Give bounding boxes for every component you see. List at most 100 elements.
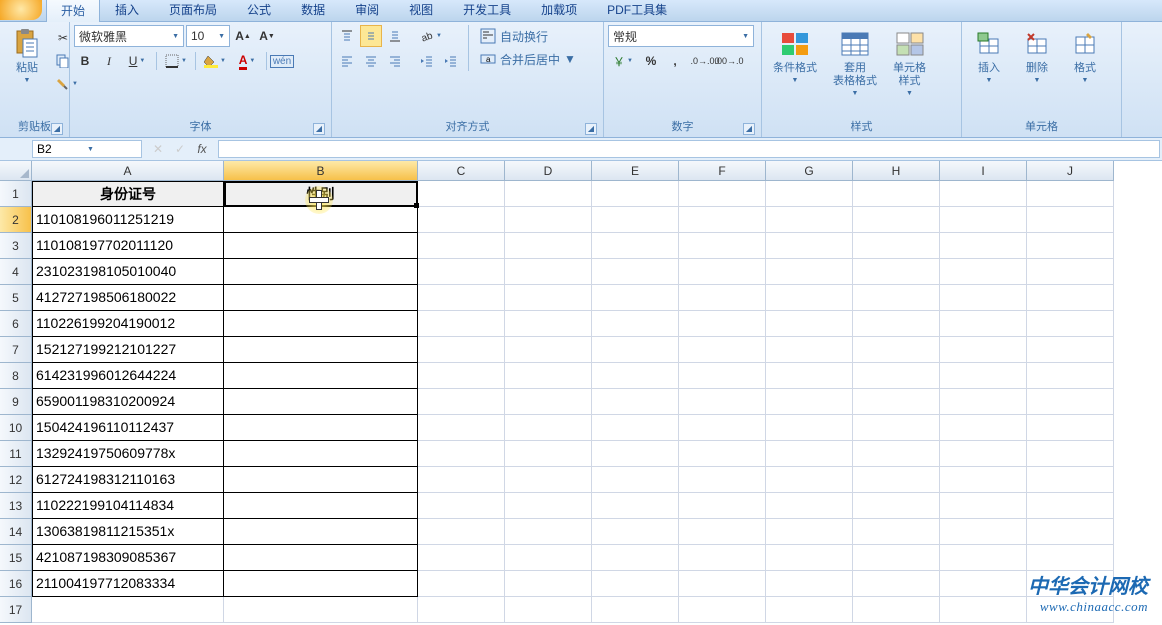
row-header-17[interactable]: 17: [0, 597, 32, 623]
row-header-13[interactable]: 13: [0, 493, 32, 519]
col-header-G[interactable]: G: [766, 161, 853, 181]
cell-D10[interactable]: [505, 415, 592, 441]
tab-view[interactable]: 视图: [394, 0, 448, 21]
cell-E13[interactable]: [592, 493, 679, 519]
cell-A12[interactable]: 612724198312110163: [32, 467, 224, 493]
bold-button[interactable]: B: [74, 50, 96, 72]
cell-I14[interactable]: [940, 519, 1027, 545]
cell-J7[interactable]: [1027, 337, 1114, 363]
cell-D17[interactable]: [505, 597, 592, 623]
shrink-font-button[interactable]: A▼: [256, 25, 278, 47]
cell-H2[interactable]: [853, 207, 940, 233]
cell-A9[interactable]: 659001198310200924: [32, 389, 224, 415]
alignment-launcher[interactable]: ◢: [585, 123, 597, 135]
row-header-3[interactable]: 3: [0, 233, 32, 259]
cell-I2[interactable]: [940, 207, 1027, 233]
phonetic-button[interactable]: wén: [271, 50, 293, 72]
cell-F1[interactable]: [679, 181, 766, 207]
cell-C10[interactable]: [418, 415, 505, 441]
row-header-1[interactable]: 1: [0, 181, 32, 207]
cell-F14[interactable]: [679, 519, 766, 545]
cell-B1[interactable]: 性别: [224, 181, 418, 207]
cell-B4[interactable]: [224, 259, 418, 285]
cell-G12[interactable]: [766, 467, 853, 493]
align-left-button[interactable]: [336, 50, 358, 72]
decrease-decimal-button[interactable]: .00→.0: [718, 50, 740, 72]
cell-G6[interactable]: [766, 311, 853, 337]
tab-insert[interactable]: 插入: [100, 0, 154, 21]
cell-C14[interactable]: [418, 519, 505, 545]
align-top-button[interactable]: [336, 25, 358, 47]
cell-D8[interactable]: [505, 363, 592, 389]
row-header-11[interactable]: 11: [0, 441, 32, 467]
cell-F8[interactable]: [679, 363, 766, 389]
cell-D13[interactable]: [505, 493, 592, 519]
cell-J8[interactable]: [1027, 363, 1114, 389]
cell-I17[interactable]: [940, 597, 1027, 623]
increase-decimal-button[interactable]: .0→.00: [694, 50, 716, 72]
col-header-H[interactable]: H: [853, 161, 940, 181]
italic-button[interactable]: I: [98, 50, 120, 72]
cell-H6[interactable]: [853, 311, 940, 337]
cell-F13[interactable]: [679, 493, 766, 519]
percent-button[interactable]: %: [640, 50, 662, 72]
cell-I5[interactable]: [940, 285, 1027, 311]
cell-B15[interactable]: [224, 545, 418, 571]
cell-D9[interactable]: [505, 389, 592, 415]
cell-D12[interactable]: [505, 467, 592, 493]
cell-E12[interactable]: [592, 467, 679, 493]
cell-H8[interactable]: [853, 363, 940, 389]
cell-F2[interactable]: [679, 207, 766, 233]
cell-G1[interactable]: [766, 181, 853, 207]
cell-J3[interactable]: [1027, 233, 1114, 259]
cell-B6[interactable]: [224, 311, 418, 337]
col-header-A[interactable]: A: [32, 161, 224, 181]
font-name-combo[interactable]: 微软雅黑▼: [74, 25, 184, 47]
cell-H1[interactable]: [853, 181, 940, 207]
cell-C8[interactable]: [418, 363, 505, 389]
cell-A11[interactable]: 13292419750609778x: [32, 441, 224, 467]
cell-H11[interactable]: [853, 441, 940, 467]
col-header-D[interactable]: D: [505, 161, 592, 181]
cell-B16[interactable]: [224, 571, 418, 597]
number-launcher[interactable]: ◢: [743, 123, 755, 135]
cell-F16[interactable]: [679, 571, 766, 597]
col-header-J[interactable]: J: [1027, 161, 1114, 181]
orientation-button[interactable]: ab▼: [416, 25, 446, 47]
cancel-formula-button[interactable]: ✕: [148, 140, 168, 158]
cell-B9[interactable]: [224, 389, 418, 415]
borders-button[interactable]: ▼: [161, 50, 191, 72]
row-header-15[interactable]: 15: [0, 545, 32, 571]
cell-H10[interactable]: [853, 415, 940, 441]
cell-F17[interactable]: [679, 597, 766, 623]
cell-G4[interactable]: [766, 259, 853, 285]
cell-E7[interactable]: [592, 337, 679, 363]
tab-formulas[interactable]: 公式: [232, 0, 286, 21]
row-header-5[interactable]: 5: [0, 285, 32, 311]
cell-J13[interactable]: [1027, 493, 1114, 519]
cell-F7[interactable]: [679, 337, 766, 363]
cell-G11[interactable]: [766, 441, 853, 467]
cell-C17[interactable]: [418, 597, 505, 623]
cell-C13[interactable]: [418, 493, 505, 519]
name-box[interactable]: B2▼: [32, 140, 142, 158]
cell-G14[interactable]: [766, 519, 853, 545]
cell-I3[interactable]: [940, 233, 1027, 259]
cell-C9[interactable]: [418, 389, 505, 415]
cell-B12[interactable]: [224, 467, 418, 493]
col-header-F[interactable]: F: [679, 161, 766, 181]
tab-dev[interactable]: 开发工具: [448, 0, 526, 21]
fill-color-button[interactable]: ▼: [200, 50, 230, 72]
accept-formula-button[interactable]: ✓: [170, 140, 190, 158]
cell-I7[interactable]: [940, 337, 1027, 363]
cell-J1[interactable]: [1027, 181, 1114, 207]
cell-C4[interactable]: [418, 259, 505, 285]
row-header-2[interactable]: 2: [0, 207, 32, 233]
cell-I8[interactable]: [940, 363, 1027, 389]
cell-A14[interactable]: 13063819811215351x: [32, 519, 224, 545]
cell-C2[interactable]: [418, 207, 505, 233]
cell-C1[interactable]: [418, 181, 505, 207]
cell-H4[interactable]: [853, 259, 940, 285]
comma-button[interactable]: ,: [664, 50, 686, 72]
cell-G7[interactable]: [766, 337, 853, 363]
